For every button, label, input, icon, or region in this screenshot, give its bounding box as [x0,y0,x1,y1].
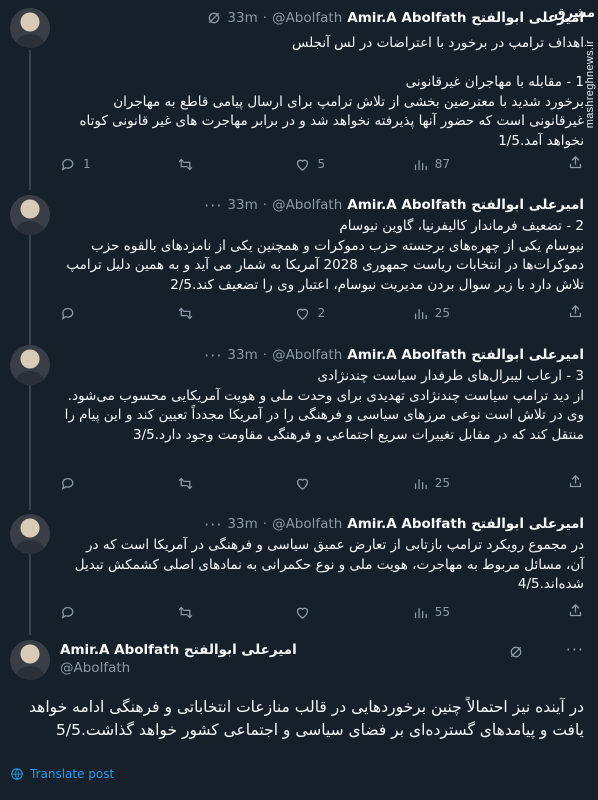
tweet[interactable]: ··· 33m · @Abolfath Amir.A Abolfath امیر… [0,190,598,350]
repost-button[interactable] [177,604,257,621]
views-count: 25 [434,306,450,320]
tweet-header: ··· 33m · @Abolfath Amir.A Abolfath امیر… [204,514,584,534]
timestamp[interactable]: 33m [227,197,257,213]
tweet-text: 3 - ارعاب لیبرال‌های طرفدار سیاست چندنژا… [64,368,584,443]
share-icon[interactable] [567,602,584,619]
grok-icon[interactable] [206,10,222,26]
repost-icon [178,606,193,618]
author-name[interactable]: Amir.A Abolfath امیرعلی ابوالفتح [347,10,584,26]
timestamp[interactable]: 33m [227,347,257,363]
main-tweet-author: Amir.A Abolfath امیرعلی ابوالفتح @Abolfa… [60,642,297,676]
tweet-header: ··· 33m · @Abolfath Amir.A Abolfath امیر… [204,345,584,365]
reply-button[interactable] [60,604,140,621]
avatar[interactable] [10,640,50,680]
repost-icon [178,307,193,319]
share-icon[interactable] [567,473,584,490]
reply-button[interactable]: 1 [60,156,140,173]
timestamp[interactable]: 33m [227,10,257,26]
author-handle[interactable]: @Abolfath [272,347,342,363]
views-button[interactable]: 87 [412,156,450,173]
author-handle[interactable]: @Abolfath [272,10,342,26]
tweet-header: ··· 33m · @Abolfath Amir.A Abolfath امیر… [204,195,584,215]
grok-icon[interactable] [508,644,524,660]
more-icon[interactable]: ··· [204,196,222,215]
author-handle[interactable]: @Abolfath [60,660,297,676]
tweet-actions: 55 [60,602,450,622]
views-count: 25 [434,476,450,490]
more-icon[interactable]: ··· [566,640,584,659]
reply-icon [61,158,74,171]
tweet-text: 2 - تضعیف فرماندار کالیفرنیا، گاوین نیوس… [66,218,584,293]
like-button[interactable]: 2 [294,305,374,322]
tweet[interactable]: ··· 33m · @Abolfath Amir.A Abolfath امیر… [0,340,598,510]
translate-post-label: Translate post [30,767,115,781]
share-icon[interactable] [567,154,584,171]
views-button[interactable]: 25 [412,305,450,322]
more-icon[interactable]: ··· [204,346,222,365]
author-name[interactable]: Amir.A Abolfath امیرعلی ابوالفتح [347,197,584,213]
author-name[interactable]: Amir.A Abolfath امیرعلی ابوالفتح [347,516,584,532]
author-name[interactable]: Amir.A Abolfath امیرعلی ابوالفتح [60,642,297,658]
like-icon [297,478,309,490]
separator-dot: · [262,197,268,213]
reply-icon [61,307,74,320]
repost-button[interactable] [177,156,257,173]
views-icon [414,159,427,170]
reply-button[interactable] [60,305,140,322]
tweet[interactable]: ··· 33m · @Abolfath Amir.A Abolfath امیر… [0,510,598,630]
views-icon [414,607,427,618]
like-count: 2 [317,306,326,320]
like-button[interactable] [294,604,374,621]
avatar[interactable] [10,514,50,554]
avatar[interactable] [10,195,50,235]
like-icon [297,308,309,320]
tweet-actions: 1 5 87 [60,154,450,174]
main-tweet-text: در آینده نیز احتمالاً چنین برخوردهایی در… [29,698,584,739]
reply-icon [61,477,74,490]
views-icon [414,478,427,489]
tweet-text: در مجموع رویکرد ترامپ بازتابی از تعارض ع… [74,537,584,592]
tweet-header: 33m · @Abolfath Amir.A Abolfath امیرعلی … [206,8,584,28]
globe-icon [11,768,23,780]
like-icon [297,607,309,619]
tweet-actions: 2 25 [60,303,450,323]
tweet-actions: 25 [60,473,450,493]
main-tweet[interactable]: Amir.A Abolfath امیرعلی ابوالفتح @Abolfa… [0,630,598,800]
share-icon[interactable] [567,303,584,320]
reply-count: 1 [83,157,91,171]
tweet[interactable]: 33m · @Abolfath Amir.A Abolfath امیرعلی … [0,0,598,190]
author-name[interactable]: Amir.A Abolfath امیرعلی ابوالفتح [347,347,584,363]
avatar[interactable] [10,8,50,48]
more-icon[interactable]: ··· [204,515,222,534]
views-count: 55 [434,605,450,619]
translate-post-link[interactable]: Translate post [10,767,114,781]
like-button[interactable]: 5 [294,156,374,173]
like-count: 5 [317,157,326,171]
separator-dot: · [262,10,268,26]
views-icon [414,308,427,319]
separator-dot: · [262,516,268,532]
avatar[interactable] [10,345,50,385]
like-icon [297,159,309,171]
reply-button[interactable] [60,475,140,492]
views-button[interactable]: 55 [412,604,450,621]
author-handle[interactable]: @Abolfath [272,197,342,213]
author-handle[interactable]: @Abolfath [272,516,342,532]
repost-button[interactable] [177,305,257,322]
views-count: 87 [434,157,450,171]
reply-icon [61,606,74,619]
views-button[interactable]: 25 [412,475,450,492]
tweet-text: اهداف ترامپ در برخورد با اعتراضات در لس … [79,35,584,149]
like-button[interactable] [294,475,374,492]
separator-dot: · [262,347,268,363]
repost-button[interactable] [177,475,257,492]
repost-icon [178,477,193,489]
repost-icon [178,158,193,170]
timestamp[interactable]: 33m [227,516,257,532]
